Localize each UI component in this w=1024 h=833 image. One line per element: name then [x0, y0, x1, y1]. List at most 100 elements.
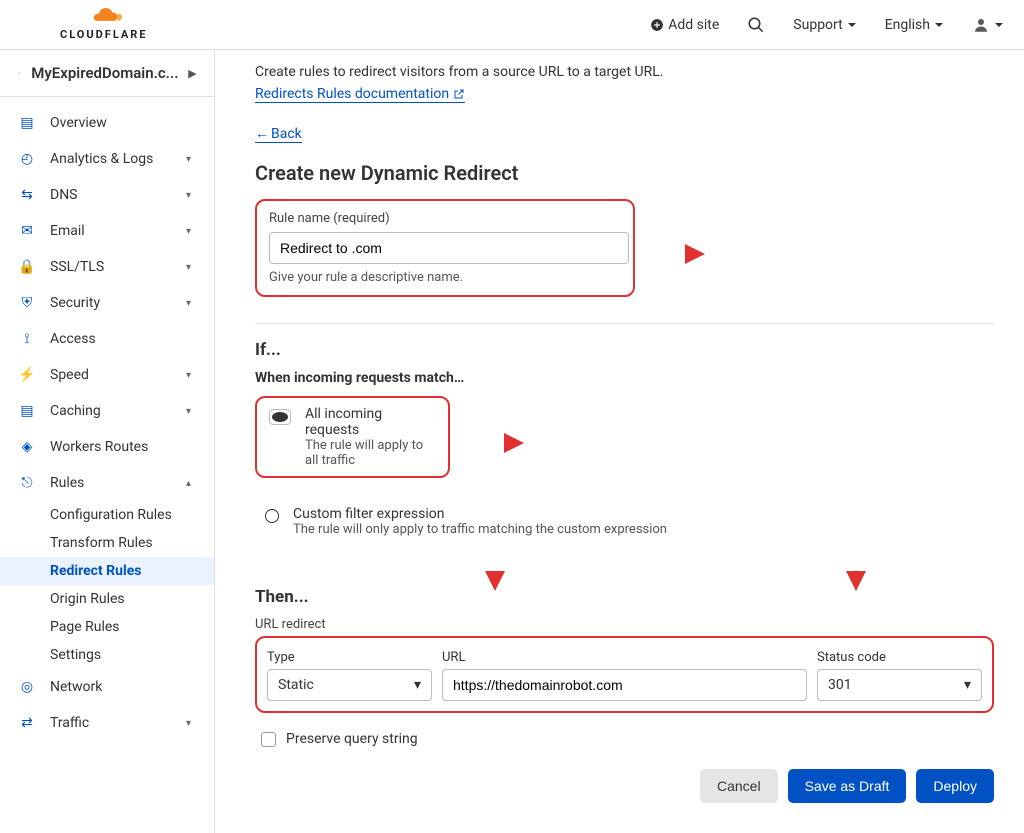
network-icon: ◎ — [18, 679, 36, 695]
chevron-down-icon: ▾ — [186, 262, 196, 273]
workers-icon: ◈ — [18, 439, 36, 455]
sidebar-sub-config-rules[interactable]: Configuration Rules — [0, 501, 214, 529]
access-icon: ⟟ — [18, 331, 36, 347]
overview-icon: ▤ — [18, 115, 36, 131]
chevron-down-icon — [994, 20, 1004, 30]
sidebar-item-traffic[interactable]: ⇄Traffic▾ — [0, 705, 214, 741]
dns-icon: ⇆ — [18, 187, 36, 203]
deploy-button[interactable]: Deploy — [916, 769, 994, 803]
radio-all-title: All incoming requests — [305, 406, 436, 438]
sidebar-item-email[interactable]: ✉ Email ▾ — [0, 213, 214, 249]
traffic-icon: ⇄ — [18, 715, 36, 731]
nav-label: Caching — [50, 403, 101, 419]
sidebar-sub-page-rules[interactable]: Page Rules — [0, 613, 214, 641]
radio-custom-sub: The rule will only apply to traffic matc… — [293, 522, 667, 537]
language-label: English — [885, 17, 930, 33]
account-menu[interactable] — [972, 16, 1004, 34]
cloud-icon — [84, 8, 124, 26]
email-icon: ✉ — [18, 223, 36, 239]
language-menu[interactable]: English — [885, 17, 944, 33]
sidebar-item-overview[interactable]: ▤ Overview — [0, 105, 214, 141]
user-icon — [972, 16, 990, 34]
sidebar-item-caching[interactable]: ▤Caching▾ — [0, 393, 214, 429]
radio-all-sub: The rule will apply to all traffic — [305, 438, 436, 468]
chevron-down-icon: ▾ — [964, 677, 971, 693]
annotation-arrow-down-icon — [480, 541, 510, 591]
nav-label: Traffic — [50, 715, 89, 731]
type-select[interactable]: Static▾ — [267, 669, 432, 701]
support-menu[interactable]: Support — [793, 17, 856, 33]
docs-link-label: Redirects Rules documentation — [255, 86, 449, 102]
sidebar-nav: ▤ Overview ◴ Analytics & Logs ▾ ⇆ DNS ▾ ✉ Emai… — [0, 97, 214, 761]
chevron-down-icon: ▾ — [186, 298, 196, 309]
sidebar-item-dns[interactable]: ⇆ DNS ▾ — [0, 177, 214, 213]
then-heading: Then... — [255, 587, 994, 607]
sidebar-item-speed[interactable]: ⚡Speed▾ — [0, 357, 214, 393]
nav-label: DNS — [50, 187, 78, 203]
if-subhead: When incoming requests match… — [255, 370, 994, 386]
chevron-down-icon — [934, 20, 944, 30]
type-label: Type — [267, 650, 432, 665]
then-highlight: Type Static▾ URL Status code 301▾ — [255, 636, 994, 713]
preserve-label: Preserve query string — [286, 731, 418, 747]
sidebar-item-security[interactable]: ⛨Security▾ — [0, 285, 214, 321]
chevron-down-icon — [847, 20, 857, 30]
radio-custom-title: Custom filter expression — [293, 506, 667, 522]
url-label: URL — [442, 650, 807, 665]
radio-unselected-icon — [265, 509, 279, 523]
nav-label: Analytics & Logs — [50, 151, 153, 167]
sidebar-item-analytics[interactable]: ◴Analytics & Logs▾ — [0, 141, 214, 177]
domain-name: MyExpiredDomain.c... — [31, 64, 178, 82]
annotation-arrow-down-icon — [841, 541, 871, 591]
chevron-down-icon: ▾ — [186, 226, 196, 237]
rules-icon: ⎋ — [18, 475, 36, 491]
chevron-down-icon: ▾ — [186, 370, 196, 381]
shield-icon: ⛨ — [18, 295, 36, 311]
chevron-down-icon: ▾ — [414, 677, 421, 693]
status-label: Status code — [817, 650, 982, 665]
chevron-up-icon: ▴ — [186, 478, 196, 489]
chevron-down-icon: ▾ — [186, 190, 196, 201]
search-icon[interactable] — [747, 16, 765, 34]
plus-circle-icon — [650, 18, 664, 32]
back-link[interactable]: ←Back — [255, 125, 302, 143]
radio-selected-icon — [269, 409, 291, 425]
rule-name-label: Rule name (required) — [269, 211, 621, 226]
add-site-button[interactable]: Add site — [650, 17, 719, 33]
rule-name-input[interactable] — [269, 232, 629, 264]
sidebar-sub-origin-rules[interactable]: Origin Rules — [0, 585, 214, 613]
docs-link[interactable]: Redirects Rules documentation — [255, 86, 465, 103]
sidebar-sub-redirect-rules[interactable]: Redirect Rules — [0, 557, 214, 585]
sidebar-sub-settings[interactable]: Settings — [0, 641, 214, 669]
sidebar-item-access[interactable]: ⟟ Access — [0, 321, 214, 357]
lock-icon: 🔒 — [18, 259, 36, 275]
domain-selector[interactable]: MyExpiredDomain.c... ▸ — [0, 50, 214, 97]
page-title: Create new Dynamic Redirect — [255, 161, 994, 185]
sidebar-item-ssl[interactable]: 🔒SSL/TLS▾ — [0, 249, 214, 285]
analytics-icon: ◴ — [18, 151, 36, 167]
radio-custom-filter[interactable]: Custom filter expression The rule will o… — [255, 506, 994, 537]
sidebar-sub-transform-rules[interactable]: Transform Rules — [0, 529, 214, 557]
app-header: CLOUDFLARE Add site Support English — [0, 0, 1024, 50]
radio-all-incoming[interactable]: All incoming requests The rule will appl… — [269, 406, 436, 468]
nav-label: Overview — [50, 115, 107, 131]
sidebar-item-network[interactable]: ◎ Network — [0, 669, 214, 705]
rule-name-highlight: Rule name (required) Give your rule a de… — [255, 199, 635, 297]
preserve-query-checkbox[interactable]: Preserve query string — [255, 731, 994, 747]
support-label: Support — [793, 17, 842, 33]
save-draft-button[interactable]: Save as Draft — [788, 769, 907, 803]
sidebar-item-rules[interactable]: ⎋ Rules ▴ — [0, 465, 214, 501]
nav-label: Rules — [50, 475, 84, 491]
nav-label: Network — [50, 679, 102, 695]
url-input[interactable] — [442, 669, 807, 701]
sidebar-item-workers[interactable]: ◈Workers Routes — [0, 429, 214, 465]
cloudflare-logo[interactable]: CLOUDFLARE — [60, 8, 148, 41]
nav-label: Access — [50, 331, 96, 347]
status-select[interactable]: 301▾ — [817, 669, 982, 701]
nav-label: Email — [50, 223, 85, 239]
rule-name-hint: Give your rule a descriptive name. — [269, 270, 621, 285]
separator — [255, 323, 994, 324]
cancel-button[interactable]: Cancel — [700, 769, 778, 803]
sidebar: MyExpiredDomain.c... ▸ ▤ Overview ◴ Analyt… — [0, 50, 215, 833]
checkbox-icon — [261, 732, 276, 747]
